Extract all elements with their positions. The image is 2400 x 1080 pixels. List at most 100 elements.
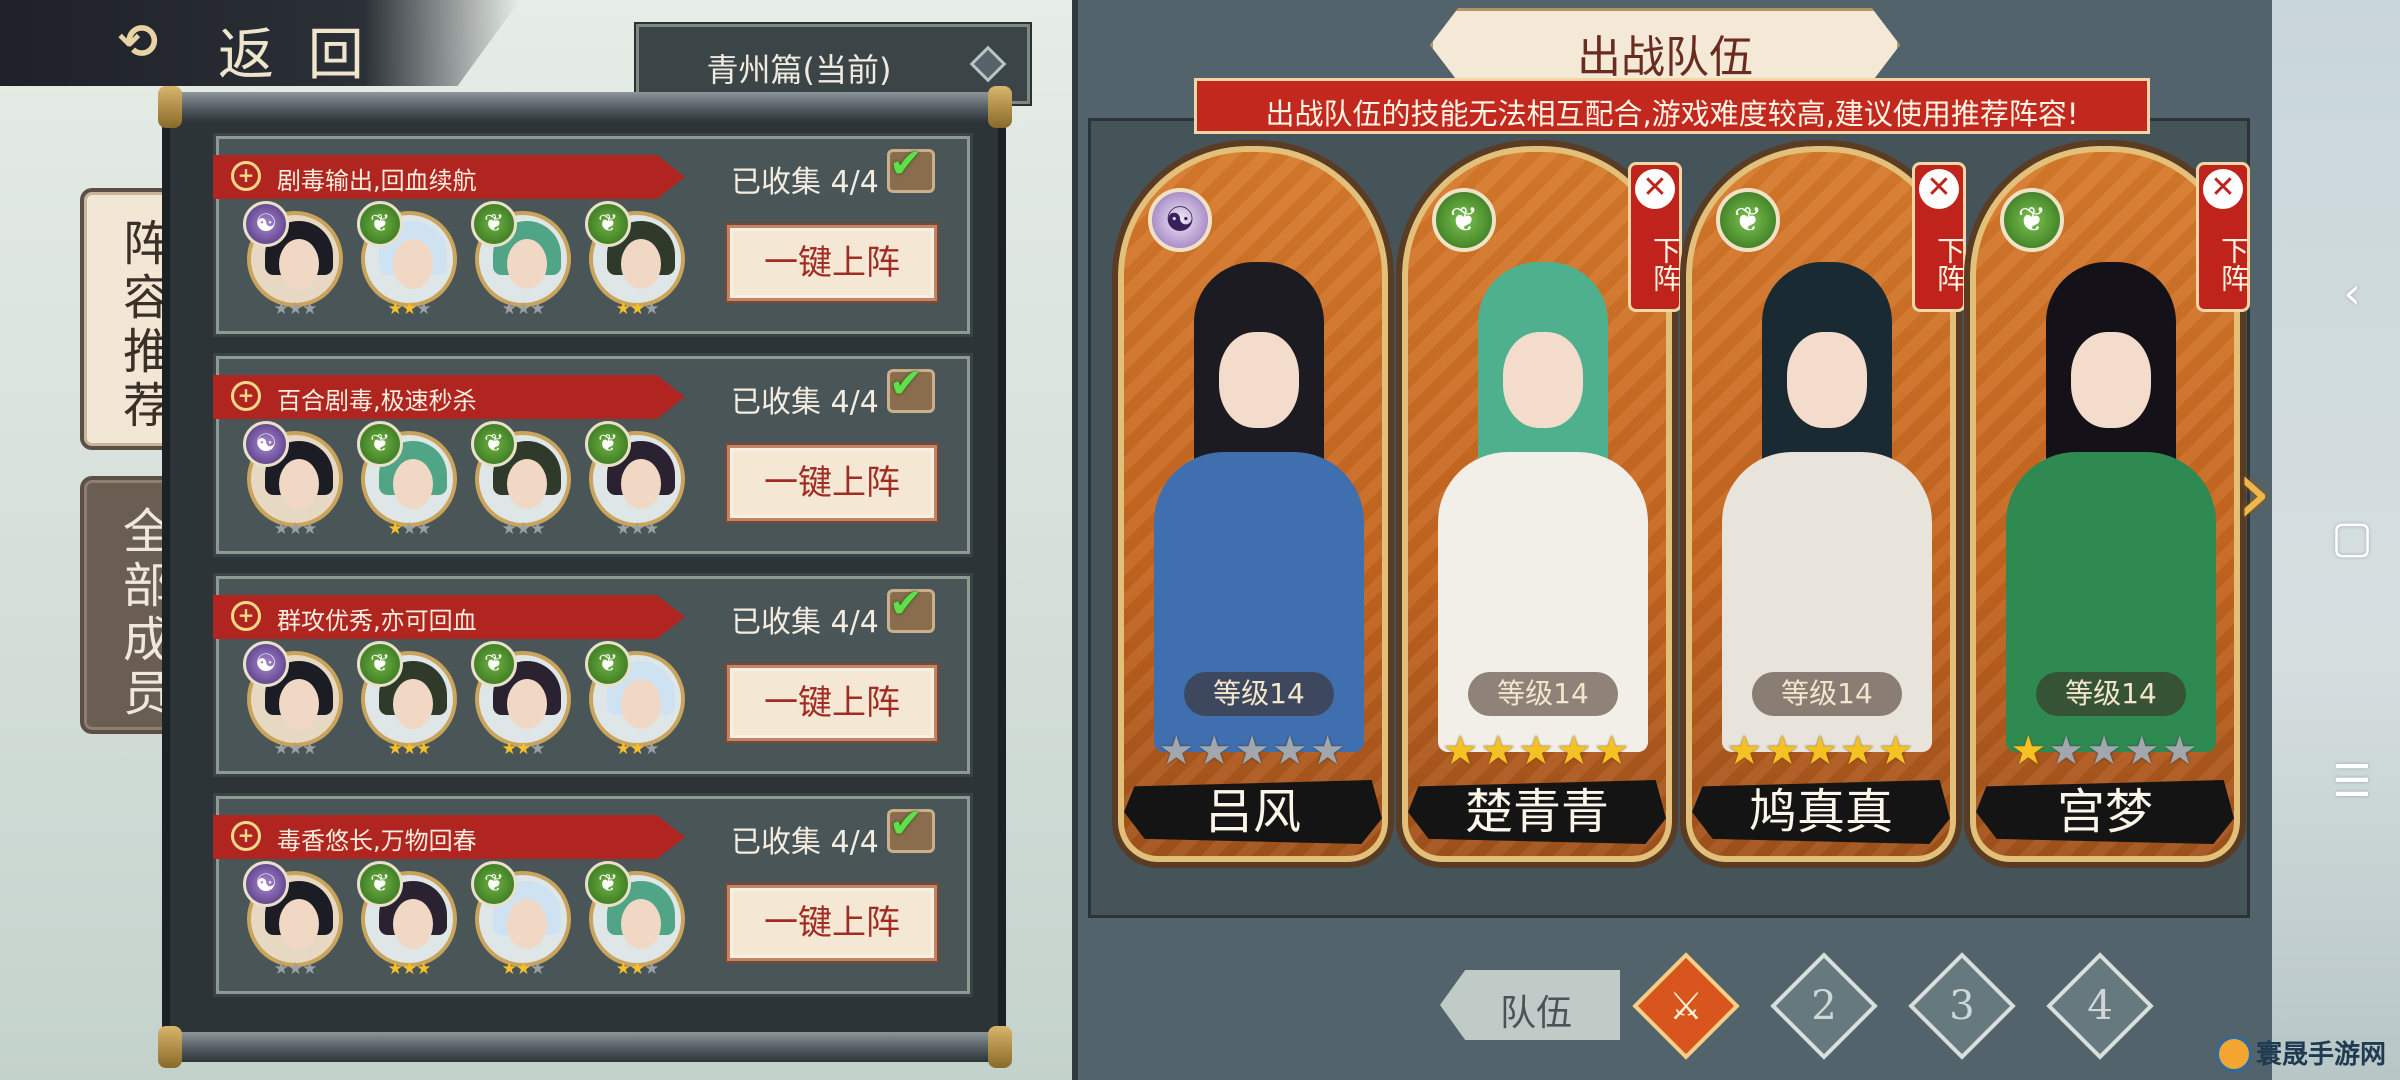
team-label-plate: 队伍 xyxy=(1440,970,1620,1040)
star-icon: ★ xyxy=(501,739,517,759)
star-icon: ★ xyxy=(2161,728,2200,774)
rod-cap xyxy=(158,86,182,128)
watermark-text: 寰晟手游网 xyxy=(2256,1040,2387,1070)
lineup-tag: + 群攻优秀,亦可回血 xyxy=(213,595,685,639)
lineup-card: + 群攻优秀,亦可回血 已收集 4/4 ✔ 一键上阵 ☯ ★★★ ❦ ★★★ ❦ xyxy=(213,573,973,777)
tab-recommended-lineup[interactable]: 阵容推荐 xyxy=(80,188,172,450)
star-icon: ★ xyxy=(530,299,545,319)
lineup-tag: + 毒香悠长,万物回春 xyxy=(213,815,685,859)
remove-hero-button[interactable]: ✕ 下阵 xyxy=(2196,162,2250,312)
star-icon: ★ xyxy=(1234,728,1272,774)
remove-hero-button[interactable]: ✕ 下阵 xyxy=(1628,162,1682,312)
close-icon: ✕ xyxy=(2203,169,2243,209)
star-icon: ★ xyxy=(629,739,645,759)
checkmark-icon: ✔ xyxy=(889,581,923,627)
leaf-element-icon: ❦ xyxy=(2000,188,2064,252)
member-stars: ★★★ xyxy=(589,739,685,759)
yinyang-element-icon: ☯ xyxy=(243,421,289,467)
leaf-element-icon: ❦ xyxy=(471,641,517,687)
leaf-element-icon: ❦ xyxy=(471,421,517,467)
hero-name: 吕风 xyxy=(1124,780,1382,844)
yinyang-element-icon: ☯ xyxy=(243,641,289,687)
team-number: 3 xyxy=(1949,983,1975,1029)
star-icon: ★ xyxy=(273,739,289,759)
remove-hero-button[interactable]: ✕ 下阵 xyxy=(1912,162,1966,312)
close-icon: ✕ xyxy=(1919,169,1959,209)
back-button-label[interactable]: 返 回 xyxy=(218,10,372,91)
star-icon: ★ xyxy=(1877,728,1916,774)
star-icon: ★ xyxy=(501,299,517,319)
star-icon: ★ xyxy=(302,739,317,759)
next-page-arrow-icon[interactable]: › xyxy=(2236,440,2272,545)
member-stars: ★★★ xyxy=(589,519,685,539)
hero-level: 等级14 xyxy=(2036,672,2186,716)
chapter-label: 青州篇(当前) xyxy=(706,51,892,89)
star-icon: ★ xyxy=(615,299,631,319)
member-stars: ★★★ xyxy=(361,739,457,759)
member-stars: ★★★ xyxy=(247,519,343,539)
deploy-lineup-button[interactable]: 一键上阵 xyxy=(727,445,937,521)
rod-cap xyxy=(988,86,1012,128)
star-icon: ★ xyxy=(530,959,545,979)
star-icon: ★ xyxy=(287,299,303,319)
remove-label: 下阵 xyxy=(1933,236,1966,292)
star-icon: ★ xyxy=(1593,728,1632,774)
checkmark-icon: ✔ xyxy=(889,361,923,407)
star-icon: ★ xyxy=(387,739,403,759)
leaf-element-icon: ❦ xyxy=(1432,188,1496,252)
star-icon: ★ xyxy=(1271,728,1310,774)
star-icon: ★ xyxy=(2086,728,2124,774)
hero-level: 等级14 xyxy=(1752,672,1902,716)
hero-portrait-face xyxy=(1219,332,1299,428)
collected-count: 已收集 4/4 xyxy=(731,825,879,860)
hero-card[interactable]: ☯ 等级14 ★★★★★ 吕风 xyxy=(1112,140,1394,868)
magnifier-icon[interactable]: + xyxy=(231,601,261,631)
team-label: 队伍 xyxy=(1500,993,1573,1034)
back-nav-icon[interactable]: ‹ xyxy=(2312,268,2392,319)
hero-stars: ★★★★★ xyxy=(1408,728,1666,774)
leaf-element-icon: ❦ xyxy=(585,641,631,687)
leaf-element-icon: ❦ xyxy=(585,861,631,907)
star-icon: ★ xyxy=(1726,728,1765,774)
lineup-card: + 百合剧毒,极速秒杀 已收集 4/4 ✔ 一键上阵 ☯ ★★★ ❦ ★★★ ❦ xyxy=(213,353,973,557)
tab-label: 阵容推荐 xyxy=(114,218,170,434)
hero-stars: ★★★★★ xyxy=(1124,728,1382,774)
leaf-element-icon: ❦ xyxy=(357,641,403,687)
yinyang-element-icon: ☯ xyxy=(1148,188,1212,252)
star-icon: ★ xyxy=(515,519,531,539)
star-icon: ★ xyxy=(644,739,659,759)
star-icon: ★ xyxy=(387,299,403,319)
star-icon: ★ xyxy=(387,959,403,979)
diamond-icon xyxy=(969,45,1007,83)
magnifier-icon[interactable]: + xyxy=(231,381,261,411)
back-swirl-icon[interactable]: ⟲ xyxy=(118,14,158,70)
lineup-tag-text: 群攻优秀,亦可回血 xyxy=(277,607,477,635)
home-nav-icon[interactable]: ▢ xyxy=(2312,512,2392,563)
star-icon: ★ xyxy=(1480,728,1519,774)
hero-name: 宫梦 xyxy=(1976,780,2234,844)
hero-portrait-face xyxy=(1787,332,1867,428)
star-icon: ★ xyxy=(515,739,531,759)
star-icon: ★ xyxy=(501,519,517,539)
leaf-element-icon: ❦ xyxy=(585,421,631,467)
magnifier-icon[interactable]: + xyxy=(231,821,261,851)
star-icon: ★ xyxy=(1764,728,1803,774)
star-icon: ★ xyxy=(629,299,645,319)
magnifier-icon[interactable]: + xyxy=(231,161,261,191)
star-icon: ★ xyxy=(515,959,531,979)
menu-nav-icon[interactable]: ☰ xyxy=(2312,756,2392,807)
star-icon: ★ xyxy=(515,299,531,319)
checkmark-icon: ✔ xyxy=(889,141,923,187)
tab-all-members[interactable]: 全部成员 xyxy=(80,476,172,734)
member-stars: ★★★ xyxy=(475,739,571,759)
star-icon: ★ xyxy=(615,739,631,759)
star-icon: ★ xyxy=(401,959,417,979)
crossed-swords-icon: ⚔ xyxy=(1668,984,1704,1028)
deploy-lineup-button[interactable]: 一键上阵 xyxy=(727,225,937,301)
star-icon: ★ xyxy=(273,519,289,539)
deploy-lineup-button[interactable]: 一键上阵 xyxy=(727,885,937,961)
collected-count: 已收集 4/4 xyxy=(731,605,879,640)
remove-label: 下阵 xyxy=(2217,236,2250,292)
deploy-lineup-button[interactable]: 一键上阵 xyxy=(727,665,937,741)
team-title-banner: 出战队伍 xyxy=(1430,8,1900,82)
